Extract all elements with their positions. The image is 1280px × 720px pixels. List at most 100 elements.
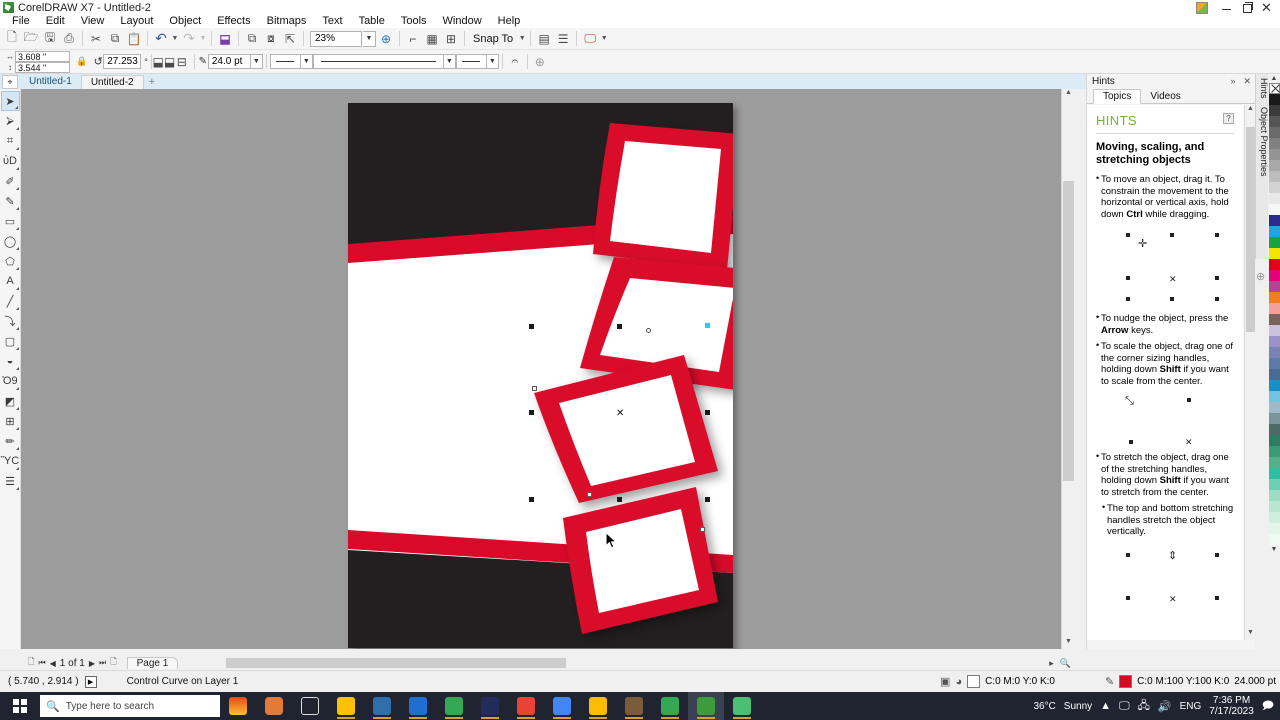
canvas-vertical-scrollbar[interactable]: ▲ ▼: [1061, 89, 1074, 649]
menu-edit[interactable]: Edit: [38, 15, 73, 28]
mirror-horizontally-icon[interactable]: ⬓⬓: [152, 53, 175, 71]
palette-swatch[interactable]: [1268, 457, 1280, 468]
smart-fill-tool[interactable]: ✎: [1, 191, 20, 211]
scroll-down-button[interactable]: ▼: [1063, 638, 1074, 649]
docker-tab-topics[interactable]: Topics: [1093, 89, 1142, 104]
taskbar-mail[interactable]: [400, 692, 436, 720]
taskbar-corel-photo-paint[interactable]: [724, 692, 760, 720]
palette-swatch[interactable]: [1268, 446, 1280, 457]
selection-handle[interactable]: [705, 410, 710, 415]
palette-swatch[interactable]: [1268, 358, 1280, 369]
drop-shadow-tool[interactable]: ▢: [1, 331, 20, 351]
palette-swatch[interactable]: [1268, 534, 1280, 545]
crop-tool[interactable]: ⌗: [1, 131, 20, 151]
document-tab-untitled-2[interactable]: Untitled-2: [80, 75, 144, 89]
rectangle-tool[interactable]: ▭: [1, 211, 20, 231]
volume-icon[interactable]: 🔊: [1158, 700, 1172, 713]
first-page-icon[interactable]: ⏮: [38, 658, 45, 668]
next-page-icon[interactable]: ▶: [89, 659, 95, 668]
menu-file[interactable]: File: [4, 15, 38, 28]
palette-swatch[interactable]: [1268, 369, 1280, 380]
taskbar-chrome-profile-1[interactable]: [508, 692, 544, 720]
menu-bitmaps[interactable]: Bitmaps: [259, 15, 315, 28]
scroll-right-icon[interactable]: ▸: [1049, 658, 1054, 669]
flyout-arrow-icon[interactable]: [15, 147, 19, 150]
last-page-icon[interactable]: ⏭: [99, 658, 106, 668]
palette-swatch[interactable]: [1268, 501, 1280, 512]
palette-swatch[interactable]: [1268, 479, 1280, 490]
redo-dropdown-icon[interactable]: ▼: [199, 35, 207, 42]
menu-table[interactable]: Table: [351, 15, 393, 28]
weather-temp[interactable]: 36°C: [1033, 701, 1055, 712]
menu-view[interactable]: View: [73, 15, 113, 28]
object-width-input[interactable]: 3.608 ": [15, 50, 70, 62]
selection-handle[interactable]: [617, 497, 622, 502]
docker-tab-videos[interactable]: Videos: [1141, 90, 1189, 103]
palette-swatch[interactable]: [1268, 248, 1280, 259]
freehand-tool[interactable]: ✐: [1, 171, 20, 191]
paste-icon[interactable]: 📋: [125, 30, 143, 48]
import-image-tool[interactable]: ὛC: [1, 451, 20, 471]
curve-node[interactable]: [700, 527, 705, 532]
selection-handle[interactable]: [529, 497, 534, 502]
palette-swatch[interactable]: [1268, 149, 1280, 160]
flyout-arrow-icon[interactable]: [15, 487, 19, 490]
cut-icon[interactable]: ✂: [87, 30, 105, 48]
palette-swatch[interactable]: [1268, 325, 1280, 336]
rotation-center-marker[interactable]: [646, 328, 651, 333]
docker-scrollbar[interactable]: ▲ ▼: [1244, 105, 1255, 640]
selection-handle[interactable]: [529, 410, 534, 415]
menu-layout[interactable]: Layout: [112, 15, 161, 28]
previous-page-icon[interactable]: ◀: [50, 659, 56, 668]
undo-dropdown-icon[interactable]: ▼: [171, 35, 179, 42]
menu-help[interactable]: Help: [490, 15, 529, 28]
outline-width-dropdown-icon[interactable]: ▼: [249, 54, 263, 69]
palette-swatch[interactable]: [1268, 259, 1280, 270]
export-icon[interactable]: ⧉: [243, 30, 261, 48]
taskbar-mouse-tool[interactable]: [616, 692, 652, 720]
notifications-icon[interactable]: 🗩: [1262, 697, 1274, 716]
menu-window[interactable]: Window: [435, 15, 490, 28]
add-page-icon[interactable]: 🗋: [28, 656, 34, 670]
flyout-arrow-icon[interactable]: [15, 127, 19, 130]
shape-tool[interactable]: ⮚: [1, 111, 20, 131]
ellipse-tool[interactable]: ◯: [1, 231, 20, 251]
color-eyedropper-tool[interactable]: Ὀ9: [1, 371, 20, 391]
flyout-arrow-icon[interactable]: [15, 447, 19, 450]
palette-swatch[interactable]: [1268, 193, 1280, 204]
taskbar-google-chrome[interactable]: [436, 692, 472, 720]
vertical-scroll-thumb[interactable]: [1063, 181, 1074, 481]
zoom-level-dropdown-icon[interactable]: ▼: [363, 30, 376, 47]
flyout-arrow-icon[interactable]: [15, 227, 19, 230]
zoom-tool[interactable]: ὐD: [1, 151, 20, 171]
horizontal-scroll-thumb[interactable]: [226, 658, 566, 668]
palette-swatch[interactable]: [1268, 380, 1280, 391]
docker-scroll-up-icon[interactable]: ▲: [1246, 105, 1255, 116]
taskbar-microsoft-store[interactable]: [364, 692, 400, 720]
palette-swatch[interactable]: [1268, 336, 1280, 347]
palette-swatch[interactable]: [1268, 512, 1280, 523]
palette-swatch[interactable]: [1268, 160, 1280, 171]
play-preview-button[interactable]: ▶: [84, 675, 97, 688]
menu-effects[interactable]: Effects: [209, 15, 258, 28]
menu-tools[interactable]: Tools: [393, 15, 435, 28]
mirror-vertically-icon[interactable]: ⊟: [173, 53, 191, 71]
line-style-dropdown-icon[interactable]: ▼: [442, 54, 456, 69]
fill-color-swatch[interactable]: [967, 675, 981, 688]
mesh-fill-tool[interactable]: ⊞: [1, 411, 20, 431]
menu-text[interactable]: Text: [314, 15, 350, 28]
palette-scroll-up-icon[interactable]: ▲: [1271, 74, 1278, 83]
flyout-arrow-icon[interactable]: [15, 427, 19, 430]
zoom-level-input[interactable]: 23%: [310, 30, 362, 47]
palette-swatch[interactable]: [1268, 424, 1280, 435]
palette-swatch[interactable]: [1268, 391, 1280, 402]
undo-icon[interactable]: ↶: [152, 30, 170, 48]
taskbar-chrome-profile-4[interactable]: [652, 692, 688, 720]
search-input[interactable]: 🔍 Type here to search: [40, 695, 220, 717]
taskbar-coreldraw[interactable]: [688, 692, 724, 720]
flyout-arrow-icon[interactable]: [15, 207, 19, 210]
collapse-docker-icon[interactable]: »: [1226, 76, 1239, 86]
snap-to-dropdown-icon[interactable]: ▼: [518, 35, 526, 42]
menu-object[interactable]: Object: [161, 15, 209, 28]
redo-icon[interactable]: ↷: [180, 30, 198, 48]
